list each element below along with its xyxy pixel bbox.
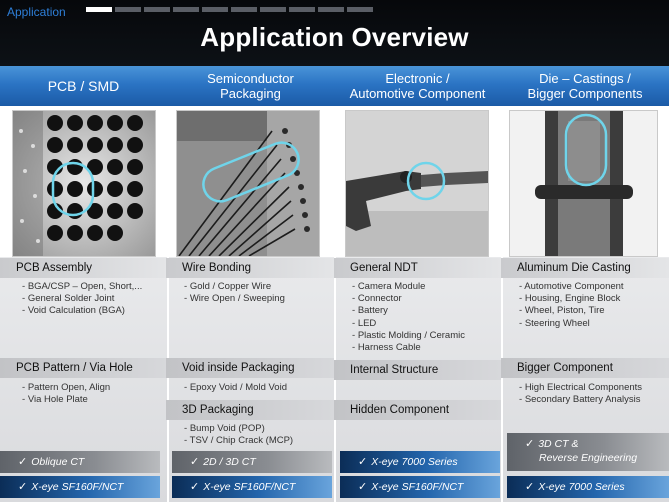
checkmark-icon: ✓ — [18, 456, 28, 468]
column-divider — [167, 257, 169, 502]
category-electronic: Electronic / Automotive Component — [334, 66, 501, 106]
category-title-line2: Bigger Components — [527, 86, 643, 101]
checkmark-icon: ✓ — [358, 481, 368, 493]
category-semiconductor: Semiconductor Packaging — [167, 66, 334, 106]
badge-oblique-ct: ✓ Oblique CT — [0, 451, 160, 473]
badge-label: X-eye 7000 Series — [371, 456, 458, 468]
list-item: High Electrical Components — [519, 382, 642, 394]
progress-segment — [173, 7, 199, 12]
category-die-castings: Die – Castings / Bigger Components — [501, 66, 669, 106]
progress-segment-active — [86, 7, 112, 12]
checkmark-icon: ✓ — [525, 481, 535, 493]
checkmark-icon: ✓ — [190, 481, 200, 493]
section-list: Gold / Copper Wire Wire Open / Sweeping — [184, 281, 285, 305]
section-heading: Bigger Component — [501, 358, 669, 378]
section-list: Camera Module Connector Battery LED Plas… — [352, 281, 465, 354]
badge-label: X-eye 7000 Series — [538, 481, 625, 493]
list-item: Steering Wheel — [519, 318, 624, 330]
list-item: Bump Void (POP) — [184, 423, 293, 435]
category-title-line1: Semiconductor — [207, 71, 294, 86]
list-item: Gold / Copper Wire — [184, 281, 285, 293]
list-item: Camera Module — [352, 281, 465, 293]
list-item: Void Calculation (BGA) — [22, 305, 142, 317]
section-heading: 3D Packaging — [166, 400, 334, 420]
progress-segment — [202, 7, 228, 12]
category-title: PCB / SMD — [47, 77, 120, 94]
badge-label: Oblique CT — [31, 456, 85, 468]
list-item: Wheel, Piston, Tire — [519, 305, 624, 317]
column-divider — [501, 257, 503, 502]
category-title-line1: Die – Castings / — [539, 71, 631, 86]
section-heading: PCB Pattern / Via Hole — [0, 358, 167, 378]
progress-segment — [347, 7, 373, 12]
badge-label-line1: 3D CT & — [538, 438, 579, 450]
badge-product: ✓ X-eye 7000 Series — [340, 451, 500, 473]
list-item: Plastic Molding / Ceramic — [352, 330, 465, 342]
section-heading: Void inside Packaging — [166, 358, 334, 378]
badge-3d-ct-reverse: ✓ 3D CT & Reverse Engineering — [507, 433, 669, 471]
list-item: Secondary Battery Analysis — [519, 394, 642, 406]
section-heading: General NDT — [334, 258, 501, 278]
section-list: BGA/CSP – Open, Short,... General Solder… — [22, 281, 142, 318]
list-item: Housing, Engine Block — [519, 293, 624, 305]
badge-label-line2: Reverse Engineering — [539, 452, 638, 464]
badge-label: 2D / 3D CT — [203, 456, 256, 468]
checkmark-icon: ✓ — [358, 456, 368, 468]
xray-image-ndt — [345, 110, 489, 257]
badge-label: X-eye SF160F/NCT — [31, 481, 124, 493]
checkmark-icon: ✓ — [525, 438, 535, 450]
section-list: High Electrical Components Secondary Bat… — [519, 382, 642, 406]
section-heading: Internal Structure — [334, 360, 501, 380]
list-item: General Solder Joint — [22, 293, 142, 305]
checkmark-icon: ✓ — [190, 456, 200, 468]
progress-segment — [260, 7, 286, 12]
list-item: Wire Open / Sweeping — [184, 293, 285, 305]
category-title-line1: Electronic / — [385, 71, 450, 86]
section-list: Bump Void (POP) TSV / Chip Crack (MCP) — [184, 423, 293, 447]
progress-segment — [115, 7, 141, 12]
list-item: Connector — [352, 293, 465, 305]
list-item: Harness Cable — [352, 342, 465, 354]
list-item: Pattern Open, Align — [22, 382, 110, 394]
list-item: LED — [352, 318, 465, 330]
xray-image-die-casting — [509, 110, 658, 257]
list-item: BGA/CSP – Open, Short,... — [22, 281, 142, 293]
xray-image-wire-bonding — [176, 110, 320, 257]
xray-image-pcb — [12, 110, 156, 257]
section-list: Epoxy Void / Mold Void — [184, 382, 287, 394]
list-item: Via Hole Plate — [22, 394, 110, 406]
section-heading: Hidden Component — [334, 400, 501, 420]
checkmark-icon: ✓ — [18, 481, 28, 493]
badge-2d-3d-ct: ✓ 2D / 3D CT — [172, 451, 332, 473]
section-heading: Wire Bonding — [166, 258, 334, 278]
badge-label: X-eye SF160F/NCT — [371, 481, 464, 493]
category-title-line2: Automotive Component — [349, 86, 486, 101]
progress-segment — [231, 7, 257, 12]
badge-label: X-eye SF160F/NCT — [203, 481, 296, 493]
section-heading: Aluminum Die Casting — [501, 258, 669, 278]
badge-product: ✓ X-eye SF160F/NCT — [340, 476, 500, 498]
app-label: Application — [7, 5, 66, 19]
category-title-line2: Packaging — [220, 86, 281, 101]
list-item: TSV / Chip Crack (MCP) — [184, 435, 293, 447]
slide-progress — [86, 7, 373, 12]
list-item: Epoxy Void / Mold Void — [184, 382, 287, 394]
section-heading: PCB Assembly — [0, 258, 167, 278]
badge-product: ✓ X-eye 7000 Series — [507, 476, 669, 498]
badge-product: ✓ X-eye SF160F/NCT — [0, 476, 160, 498]
page-title: Application Overview — [200, 22, 469, 52]
badge-product: ✓ X-eye SF160F/NCT — [172, 476, 332, 498]
category-pcb-smd: PCB / SMD — [0, 66, 167, 106]
section-list: Pattern Open, Align Via Hole Plate — [22, 382, 110, 406]
progress-segment — [144, 7, 170, 12]
list-item: Battery — [352, 305, 465, 317]
section-list: Automotive Component Housing, Engine Blo… — [519, 281, 624, 330]
progress-segment — [318, 7, 344, 12]
progress-segment — [289, 7, 315, 12]
list-item: Automotive Component — [519, 281, 623, 293]
